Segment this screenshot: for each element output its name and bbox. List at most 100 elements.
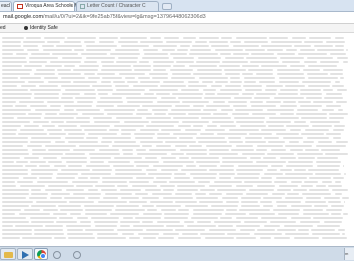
text-line (196, 137, 225, 139)
text-line (266, 85, 283, 87)
text-line (264, 225, 280, 227)
text-line (153, 65, 171, 67)
text-line (2, 117, 14, 119)
text-line (28, 113, 42, 115)
text-line (285, 145, 312, 147)
text-line (129, 181, 149, 183)
text-line (27, 49, 39, 51)
text-line (110, 213, 139, 215)
text-line (171, 153, 184, 155)
text-line (68, 141, 98, 143)
text-line (220, 89, 242, 91)
text-line (211, 205, 238, 207)
text-line (242, 73, 253, 75)
text-line (30, 89, 61, 91)
text-line (59, 217, 73, 219)
text-line (269, 37, 288, 39)
text-line (60, 209, 83, 211)
text-line (47, 101, 74, 103)
explorer-taskbar-button[interactable] (0, 248, 16, 260)
text-line (242, 65, 259, 67)
text-line (192, 45, 209, 47)
text-line (34, 93, 59, 95)
text-line (163, 81, 184, 83)
text-line (182, 121, 209, 123)
text-line (245, 137, 262, 139)
bookmark-item[interactable]: ed (0, 24, 6, 32)
text-line (209, 185, 232, 187)
text-line (45, 145, 76, 147)
text-line (2, 173, 28, 175)
text-line (197, 69, 222, 71)
text-line (171, 109, 201, 111)
text-line (44, 117, 74, 119)
text-line (241, 205, 260, 207)
text-line (2, 61, 27, 63)
text-line (175, 229, 205, 231)
tab-viroqua-mail[interactable]: Viroqua Area Schools Mail × (13, 1, 84, 11)
text-line (142, 197, 159, 199)
text-line (241, 197, 261, 199)
text-line (154, 113, 166, 115)
text-line (34, 97, 59, 99)
text-line (189, 65, 217, 67)
text-line (178, 97, 202, 99)
text-line (67, 233, 93, 235)
media-player-taskbar-button[interactable] (17, 248, 33, 260)
text-line (163, 189, 174, 191)
text-line (191, 217, 218, 219)
tab-letter-count[interactable]: Letter Count / Character C (76, 1, 159, 11)
text-line (73, 193, 101, 195)
text-line (290, 129, 301, 131)
text-line (207, 125, 217, 127)
text-line (95, 185, 115, 187)
text-line (2, 49, 24, 51)
text-line (203, 109, 217, 111)
text-line (241, 201, 258, 203)
tab-eacl[interactable]: eacl (0, 1, 12, 11)
text-line (2, 101, 16, 103)
text-line (2, 149, 28, 151)
chrome-taskbar-button[interactable] (34, 248, 48, 260)
text-line (286, 125, 309, 127)
text-line (290, 149, 303, 151)
text-line (326, 93, 342, 95)
close-tab-icon[interactable]: × (69, 3, 72, 10)
text-line (334, 125, 345, 127)
app-taskbar-button[interactable] (50, 248, 64, 260)
text-line (291, 181, 302, 183)
text-line (69, 201, 94, 203)
text-line (280, 169, 292, 171)
text-line (2, 209, 21, 211)
address-bar[interactable]: mail.google.com/mail/u/0/?ui=2&ik=9fe25a… (0, 12, 354, 24)
text-line (29, 57, 58, 59)
text-line (66, 225, 91, 227)
text-line (270, 221, 296, 223)
text-line (64, 109, 74, 111)
app-taskbar-button[interactable] (70, 248, 84, 260)
text-line (201, 117, 231, 119)
text-line (152, 193, 172, 195)
text-line (114, 141, 136, 143)
text-line (72, 181, 98, 183)
text-line (230, 77, 240, 79)
system-tray[interactable]: m (344, 248, 354, 260)
text-line (153, 165, 183, 167)
text-line (25, 165, 37, 167)
text-line (213, 113, 228, 115)
bookmark-identity-safe[interactable]: Identity Safe (24, 24, 58, 32)
text-line (53, 213, 67, 215)
text-line (236, 169, 263, 171)
text-line (146, 229, 173, 231)
text-line (23, 41, 45, 43)
text-line (164, 37, 179, 39)
text-line (234, 97, 252, 99)
new-tab-button[interactable] (162, 3, 172, 10)
text-line (305, 149, 319, 151)
text-line (19, 101, 44, 103)
text-line (68, 237, 95, 239)
text-line (221, 109, 233, 111)
text-line (243, 85, 262, 87)
text-line (94, 221, 118, 223)
text-line (285, 173, 313, 175)
